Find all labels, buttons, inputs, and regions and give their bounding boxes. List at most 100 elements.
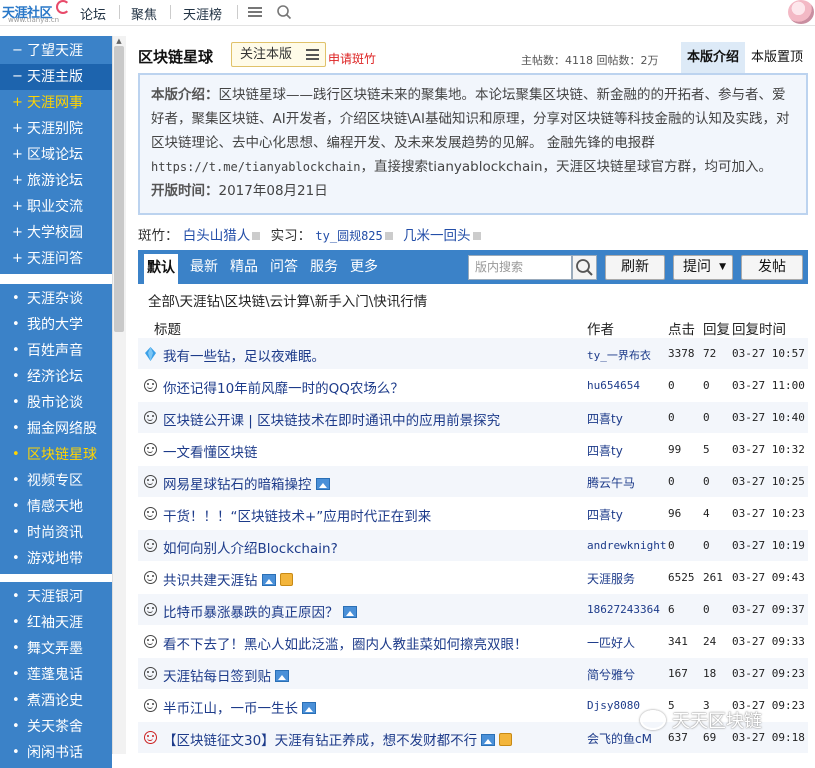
new-post-button[interactable]: 发帖 <box>741 255 803 280</box>
tab-services[interactable]: 服务 <box>310 250 338 284</box>
sidebar-item[interactable]: + 天涯问答 <box>0 246 112 272</box>
sidebar-item[interactable]: • 关天茶舍 <box>0 714 112 740</box>
tab-more[interactable]: 更多 <box>350 250 378 284</box>
sidebar-item[interactable]: • 游戏地带 <box>0 546 112 572</box>
tab-board-intro[interactable]: 本版介绍 <box>681 42 745 73</box>
tab-default[interactable]: 默认 <box>144 254 178 284</box>
post-author-link[interactable]: 一匹好人 <box>587 634 635 651</box>
table-row[interactable]: 区块链公开课 | 区块链技术在即时通讯中的应用前景探究 四喜ty 0 0 03-27 1… <box>138 402 808 434</box>
post-title-link[interactable]: 一文看懂区块链 <box>163 441 258 461</box>
post-title-link[interactable]: 比特币暴涨暴跌的真正原因？ <box>163 601 357 621</box>
sidebar-scroll-thumb[interactable] <box>114 46 124 332</box>
sidebar-item[interactable]: • 掘金网络股 <box>0 416 112 442</box>
post-title-text: 你还记得10年前风靡一时的QQ农场么？ <box>163 381 404 397</box>
sidebar-item[interactable]: • 煮酒论史 <box>0 688 112 714</box>
sidebar-item[interactable]: + 区域论坛 <box>0 142 112 168</box>
sidebar-item[interactable]: • 天涯杂谈 <box>0 286 112 312</box>
nav-focus[interactable]: 聚焦 <box>131 4 157 23</box>
post-title-link[interactable]: 天涯钻每日签到贴 <box>163 665 289 685</box>
sidebar-item[interactable]: • 红袖天涯 <box>0 610 112 636</box>
table-row[interactable]: 共识共建天涯钻 天涯服务 6525 261 03-27 09:43 <box>138 562 808 594</box>
tianya-logo[interactable]: 天涯社区 www.tianya.cn <box>0 0 70 24</box>
sidebar-item[interactable]: • 莲蓬鬼话 <box>0 662 112 688</box>
post-title-link[interactable]: 如何向别人介绍Blockchain? <box>163 537 338 557</box>
sidebar-item[interactable]: − 天涯主版 <box>0 64 112 90</box>
post-author-link[interactable]: ty_一界布衣 <box>587 347 651 363</box>
table-row[interactable]: 我有一些钻，足以夜难眠。 ty_一界布衣 3378 72 03-27 10:57 <box>138 338 808 370</box>
post-author-link[interactable]: andrewknight <box>587 539 666 552</box>
post-reply-time: 03-27 09:37 <box>732 603 805 616</box>
post-reply-count: 0 <box>703 379 710 392</box>
sidebar-item[interactable]: + 职业交流 <box>0 194 112 220</box>
sidebar-item[interactable]: • 百姓声音 <box>0 338 112 364</box>
table-row[interactable]: 天涯钻每日签到贴 简兮雅兮 167 18 03-27 09:23 <box>138 658 808 690</box>
post-author-link[interactable]: 四喜ty <box>587 506 623 523</box>
table-row[interactable]: 网易星球钻石的暗箱操控 腾云午马 0 0 03-27 10:25 <box>138 466 808 498</box>
table-row[interactable]: 一文看懂区块链 四喜ty 99 5 03-27 10:32 <box>138 434 808 466</box>
post-author-link[interactable]: 简兮雅兮 <box>587 666 635 683</box>
intern-link[interactable]: 几米一回头 <box>403 228 471 244</box>
sidebar-item-label: 情感天地 <box>27 499 83 515</box>
sidebar-item[interactable]: • 股市论谈 <box>0 390 112 416</box>
board-search-button[interactable] <box>572 255 597 280</box>
sidebar-item[interactable]: • 经济论坛 <box>0 364 112 390</box>
sidebar-item[interactable]: • 视频专区 <box>0 468 112 494</box>
post-title-link[interactable]: 网易星球钻石的暗箱操控 <box>163 473 330 493</box>
post-author-link[interactable]: hu654654 <box>587 379 640 392</box>
nav-forum[interactable]: 论坛 <box>80 4 106 23</box>
sidebar-item[interactable]: + 天涯网事 <box>0 90 112 116</box>
post-title-link[interactable]: 你还记得10年前风靡一时的QQ农场么？ <box>163 377 404 397</box>
sidebar-item[interactable]: − 了望天涯 <box>0 38 112 64</box>
post-author-link[interactable]: 腾云午马 <box>587 474 635 491</box>
post-author-link[interactable]: 四喜ty <box>587 410 623 427</box>
sidebar-item-label: 天涯银河 <box>27 589 83 605</box>
sidebar-item[interactable]: • 情感天地 <box>0 494 112 520</box>
table-row[interactable]: 比特币暴涨暴跌的真正原因？ 18627243364 6 0 03-27 09:37 <box>138 594 808 626</box>
moderator-link[interactable]: 白头山猎人 <box>183 228 251 244</box>
intern-link[interactable]: ty_圆规825 <box>315 229 382 243</box>
post-click-count: 6 <box>668 603 675 616</box>
follow-board-button[interactable]: 关注本版 <box>231 42 326 67</box>
category-filter-links[interactable]: 全部\天涯钻\区块链\云计算\新手入门\快讯行情 <box>148 290 427 310</box>
tab-latest[interactable]: 最新 <box>190 250 218 284</box>
table-row[interactable]: 你还记得10年前风靡一时的QQ农场么？ hu654654 0 0 03-27 11:00 <box>138 370 808 402</box>
sidebar-item[interactable]: + 天涯别院 <box>0 116 112 142</box>
tab-qa[interactable]: 问答 <box>270 250 298 284</box>
refresh-button[interactable]: 刷新 <box>605 255 665 280</box>
user-avatar[interactable] <box>788 0 814 24</box>
ask-question-button[interactable]: 提问 ▼ <box>673 255 733 280</box>
sidebar-item[interactable]: • 舞文弄墨 <box>0 636 112 662</box>
post-title-link[interactable]: 我有一些钻，足以夜难眠。 <box>163 345 325 365</box>
tab-featured[interactable]: 精品 <box>230 250 258 284</box>
sidebar-item[interactable]: • 区块链星球 <box>0 442 112 468</box>
nav-rankings[interactable]: 天涯榜 <box>183 4 222 23</box>
post-title-link[interactable]: 看不下去了！黑心人如此泛滥，圈内人教韭菜如何擦亮双眼！ <box>163 633 528 653</box>
post-author-link[interactable]: 四喜ty <box>587 442 623 459</box>
sidebar-item[interactable]: • 天涯银河 <box>0 584 112 610</box>
table-row[interactable]: 如何向别人介绍Blockchain? andrewknight 0 0 03-27 10… <box>138 530 808 562</box>
board-search-input[interactable]: 版内搜索 <box>468 255 572 280</box>
table-row[interactable]: 看不下去了！黑心人如此泛滥，圈内人教韭菜如何擦亮双眼！ 一匹好人 341 24 03-2… <box>138 626 808 658</box>
menu-icon[interactable] <box>248 5 262 19</box>
post-title-link[interactable]: 共识共建天涯钻 <box>163 569 293 589</box>
post-title-link[interactable]: 区块链公开课 | 区块链技术在即时通讯中的应用前景探究 <box>163 409 500 429</box>
apply-moderator-link[interactable]: 申请斑竹 <box>328 50 376 67</box>
sidebar-item[interactable]: • 闲闲书话 <box>0 740 112 766</box>
scroll-up-arrow-icon[interactable]: ▲ <box>113 36 125 46</box>
post-title-link[interactable]: 【区块链征文30】天涯有钻正养成，想不发财都不行 <box>163 729 513 749</box>
post-author-link[interactable]: 18627243364 <box>587 603 660 616</box>
search-icon[interactable] <box>276 4 292 20</box>
post-author-link[interactable]: 天涯服务 <box>587 570 635 587</box>
post-author-link[interactable]: Djsy8080 <box>587 699 640 712</box>
table-row[interactable]: 干货！！！“区块链技术+”应用时代正在到来 四喜ty 96 4 03-27 10:23 <box>138 498 808 530</box>
sidebar-item[interactable]: • 我的大学 <box>0 312 112 338</box>
telegram-link[interactable]: https://t.me/tianyablockchain <box>151 160 361 174</box>
sidebar-item-label: 区域论坛 <box>27 147 83 163</box>
post-title-text: 区块链公开课 | 区块链技术在即时通讯中的应用前景探究 <box>163 413 501 429</box>
sidebar-item[interactable]: + 旅游论坛 <box>0 168 112 194</box>
post-title-link[interactable]: 干货！！！“区块链技术+”应用时代正在到来 <box>163 505 431 525</box>
sidebar-item[interactable]: + 大学校园 <box>0 220 112 246</box>
post-title-link[interactable]: 半币江山，一币一生长 <box>163 697 316 717</box>
sidebar-item[interactable]: • 时尚资讯 <box>0 520 112 546</box>
tab-board-pinned[interactable]: 本版置顶 <box>746 42 808 73</box>
